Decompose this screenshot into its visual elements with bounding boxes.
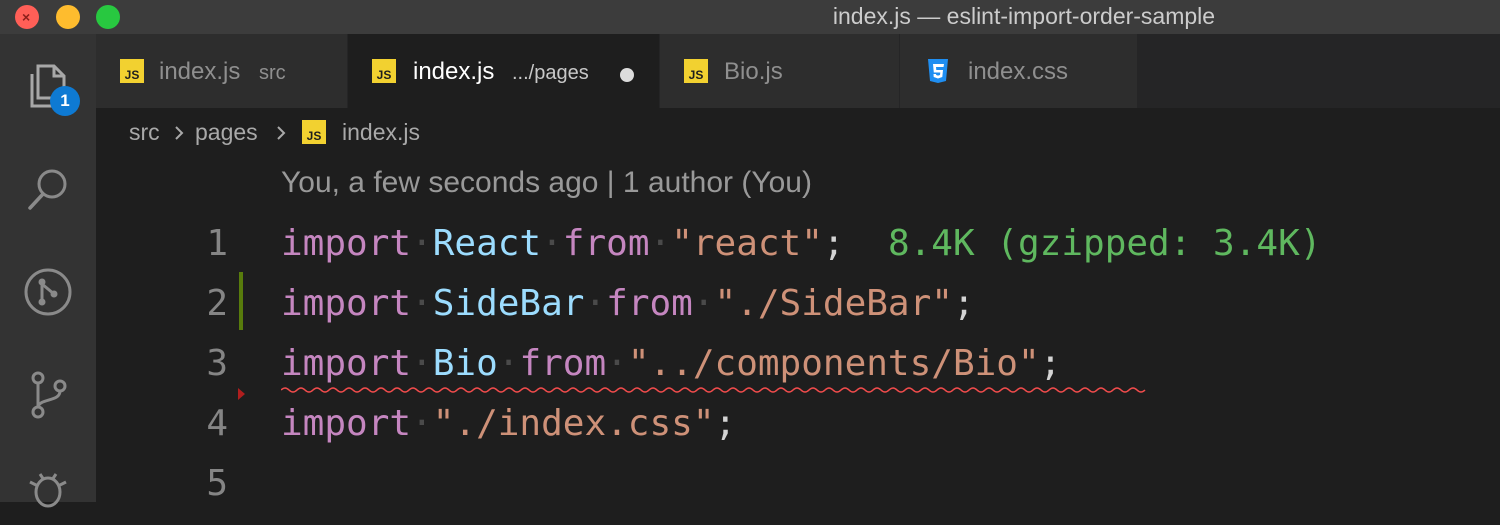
tab-label: Bio.js xyxy=(724,58,783,85)
keyword: import xyxy=(281,283,412,324)
unsaved-dot-icon[interactable] xyxy=(620,68,634,82)
import-cost-hint: 8.4K (gzipped: 3.4K) xyxy=(887,223,1322,264)
code-line[interactable]: 1 import·React·from·"react"; 8.4K (gzipp… xyxy=(96,213,1500,273)
search-icon xyxy=(28,169,67,210)
string-literal: "../components/Bio" xyxy=(627,343,1040,384)
git-icon xyxy=(24,268,72,316)
tab-label: index.css xyxy=(968,58,1069,85)
tab-label: index.js xyxy=(413,58,495,85)
tab-bio-js[interactable]: JS Bio.js xyxy=(660,34,900,108)
punctuation: ; xyxy=(952,283,975,324)
punctuation: ; xyxy=(1039,343,1062,384)
code-editor[interactable]: 1 import·React·from·"react"; 8.4K (gzipp… xyxy=(96,210,1500,504)
js-file-icon: JS xyxy=(684,59,708,83)
keyword: import xyxy=(281,223,412,264)
tab-index-js-pages[interactable]: JS index.js .../pages xyxy=(348,34,660,108)
line-number: 2 xyxy=(206,283,228,324)
breadcrumb-pages[interactable]: pages xyxy=(195,119,258,146)
identifier: SideBar xyxy=(432,283,585,324)
breadcrumb: src pages JS index.js xyxy=(96,108,1500,156)
window-title: index.js — eslint-import-order-sample xyxy=(832,3,1216,29)
tab-index-js-src[interactable]: JS index.js src xyxy=(96,34,348,108)
string-literal: "react" xyxy=(671,223,823,264)
source-control-button[interactable] xyxy=(20,366,76,422)
explorer-badge: 1 xyxy=(50,86,80,116)
code-text: import·Bio·from·"../components/Bio"; xyxy=(281,343,1062,384)
breadcrumb-file[interactable]: index.js xyxy=(342,119,420,146)
line-number: 1 xyxy=(206,223,228,264)
code-text: import·React·from·"react"; 8.4K (gzipped… xyxy=(281,223,1322,264)
search-button[interactable] xyxy=(20,162,76,218)
title-bar: × index.js — eslint-import-order-sample xyxy=(0,0,1500,34)
breadcrumb-src[interactable]: src xyxy=(129,119,160,146)
code-text: import·SideBar·from·"./SideBar"; xyxy=(281,283,975,324)
code-line[interactable]: 2 import·SideBar·from·"./SideBar"; xyxy=(96,273,1500,333)
git-history-button[interactable] xyxy=(20,264,76,320)
js-file-icon: JS xyxy=(302,120,326,144)
punctuation: ; xyxy=(822,223,845,264)
tab-label: index.js xyxy=(159,58,241,85)
punctuation: ; xyxy=(714,403,737,444)
string-literal: "./SideBar" xyxy=(714,283,953,324)
line-number: 4 xyxy=(206,403,228,444)
debug-button[interactable] xyxy=(20,464,76,520)
code-line[interactable]: 5 xyxy=(96,453,1500,513)
keyword: import xyxy=(281,403,412,444)
tab-description: .../pages xyxy=(512,62,589,84)
code-line[interactable]: 3 import·Bio·from·"../components/Bio"; xyxy=(96,333,1500,393)
keyword: from xyxy=(606,283,693,324)
js-file-icon: JS xyxy=(120,59,144,83)
keyword: import xyxy=(281,343,412,384)
string-literal: "./index.css" xyxy=(432,403,715,444)
line-number: 3 xyxy=(206,343,228,384)
identifier: React xyxy=(432,223,542,264)
css-file-icon xyxy=(928,59,948,83)
keyword: from xyxy=(562,223,650,264)
code-text: import·"./index.css"; xyxy=(281,403,737,444)
code-line[interactable]: 4 import·"./index.css"; xyxy=(96,393,1500,453)
identifier: Bio xyxy=(432,343,498,384)
bug-icon xyxy=(29,473,67,508)
tab-description: src xyxy=(259,62,286,84)
tab-index-css[interactable]: index.css xyxy=(900,34,1138,108)
line-number: 5 xyxy=(206,463,228,504)
keyword: from xyxy=(519,343,607,384)
js-file-icon: JS xyxy=(372,59,396,83)
source-control-icon xyxy=(31,371,67,419)
chevron-right-icon xyxy=(175,126,184,140)
git-blame-codelens[interactable]: You, a few seconds ago | 1 author (You) xyxy=(281,166,812,200)
chevron-right-icon xyxy=(277,126,286,140)
editor-tab-bar: JS index.js src JS index.js .../pages JS… xyxy=(96,34,1500,108)
activity-bar: 1 xyxy=(0,34,96,508)
